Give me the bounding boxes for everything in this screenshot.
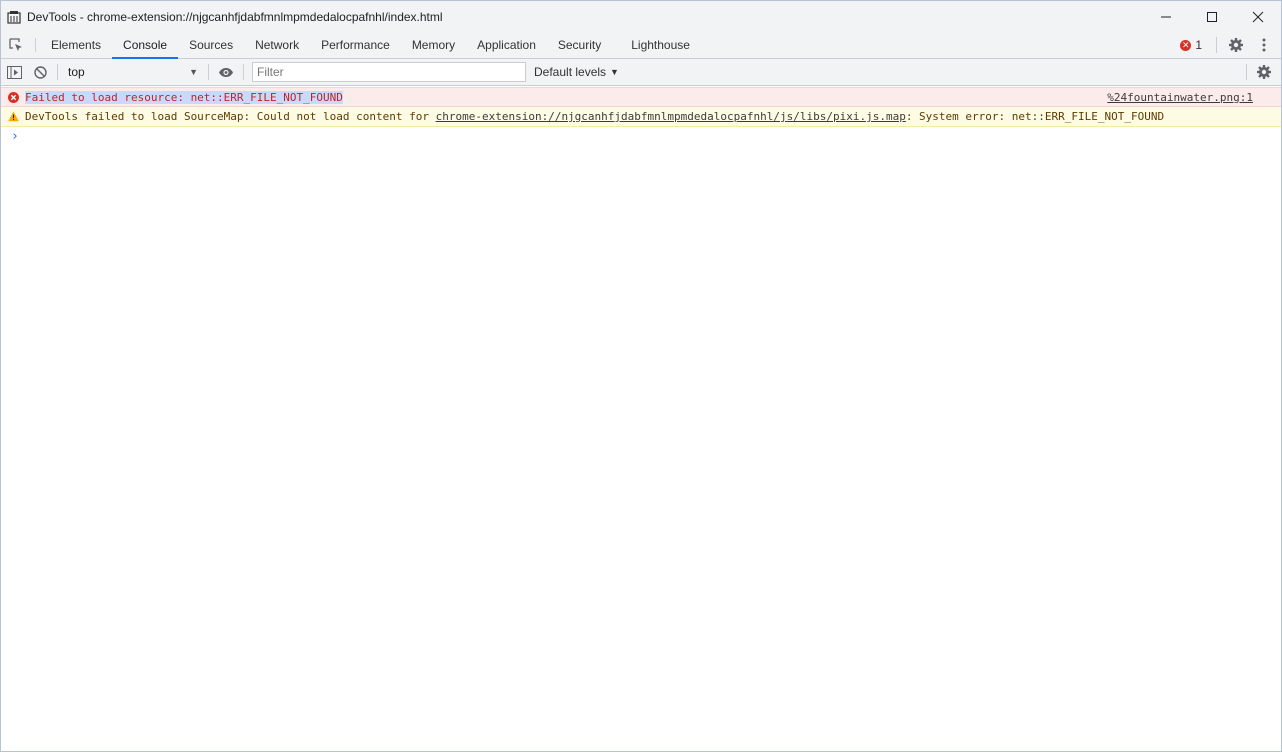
log-levels-label: Default levels — [534, 65, 607, 79]
tab-performance[interactable]: Performance — [310, 32, 401, 58]
tab-sources[interactable]: Sources — [178, 32, 244, 58]
close-button[interactable] — [1235, 1, 1281, 32]
toolbar-separator — [1246, 64, 1247, 80]
dropdown-arrow-icon: ▼ — [610, 67, 619, 77]
context-selector[interactable]: top ▼ — [62, 62, 204, 82]
console-warning-message: DevTools failed to load SourceMap: Could… — [1, 107, 1281, 127]
error-source-link[interactable]: %24fountainwater.png:1 — [1107, 91, 1253, 104]
maximize-icon — [1207, 11, 1217, 22]
gear-icon — [1229, 38, 1243, 52]
clear-console-button[interactable] — [27, 59, 53, 85]
devtools-window: DevTools - chrome-extension://njgcanhfjd… — [0, 0, 1282, 752]
toolbar-separator — [57, 64, 58, 80]
window-title: DevTools - chrome-extension://njgcanhfjd… — [27, 9, 443, 24]
tab-memory[interactable]: Memory — [401, 32, 466, 58]
tab-console[interactable]: Console — [112, 32, 179, 59]
more-options-button[interactable] — [1253, 32, 1275, 58]
toolbar-separator — [1216, 37, 1217, 53]
toolbar-separator — [208, 64, 209, 80]
console-error-message: Failed to load resource: net::ERR_FILE_N… — [1, 87, 1281, 107]
warning-message-prefix: DevTools failed to load SourceMap: Could… — [25, 110, 436, 123]
error-icon: ✕ — [1180, 39, 1192, 51]
tab-lighthouse[interactable]: Lighthouse — [620, 32, 701, 58]
devtools-app-icon — [6, 9, 22, 25]
console-settings-button[interactable] — [1251, 59, 1277, 85]
toolbar-separator — [243, 64, 244, 80]
clear-block-icon — [33, 65, 47, 79]
tab-elements[interactable]: Elements — [40, 32, 112, 58]
sidebar-toggle-icon — [6, 65, 22, 79]
tab-security[interactable]: Security — [547, 32, 612, 58]
sourcemap-link[interactable]: chrome-extension://njgcanhfjdabfmnlmpmde… — [436, 110, 906, 123]
close-icon — [1252, 11, 1264, 22]
log-levels-dropdown[interactable]: Default levels ▼ — [534, 65, 619, 79]
warning-message-suffix: : System error: net::ERR_FILE_NOT_FOUND — [905, 110, 1165, 123]
dropdown-arrow-icon: ▼ — [189, 67, 198, 77]
console-toolbar-right — [1242, 59, 1277, 85]
inspect-element-button[interactable] — [1, 32, 31, 58]
kebab-menu-icon — [1262, 38, 1266, 52]
filter-input[interactable] — [252, 62, 526, 82]
window-controls — [1143, 1, 1281, 32]
tab-application[interactable]: Application — [466, 32, 547, 58]
show-sidebar-button[interactable] — [1, 59, 27, 85]
inspect-cursor-icon — [9, 38, 22, 51]
error-counter[interactable]: ✕ 1 — [1180, 38, 1202, 52]
settings-button[interactable] — [1225, 32, 1247, 58]
console-output: Failed to load resource: net::ERR_FILE_N… — [1, 87, 1281, 751]
minimize-icon — [1161, 16, 1171, 17]
maximize-button[interactable] — [1189, 1, 1235, 32]
minimize-button[interactable] — [1143, 1, 1189, 32]
error-count: 1 — [1195, 38, 1202, 52]
eye-icon — [219, 67, 233, 77]
error-message-text: Failed to load resource: net::ERR_FILE_N… — [25, 90, 343, 104]
prompt-chevron-icon: › — [11, 128, 19, 144]
warning-icon — [8, 111, 19, 122]
error-icon — [8, 92, 19, 103]
console-toolbar: top ▼ Default levels ▼ — [1, 59, 1281, 86]
tab-network[interactable]: Network — [244, 32, 310, 58]
panel-tab-bar: Elements Console Sources Network Perform… — [1, 32, 1281, 59]
tab-separator — [35, 38, 36, 52]
console-prompt[interactable]: › — [1, 127, 1281, 145]
live-expression-button[interactable] — [213, 59, 239, 85]
tab-bar-right: ✕ 1 — [1180, 32, 1281, 58]
gear-icon — [1257, 65, 1271, 79]
title-bar: DevTools - chrome-extension://njgcanhfjd… — [1, 1, 1281, 32]
context-value: top — [68, 65, 85, 79]
